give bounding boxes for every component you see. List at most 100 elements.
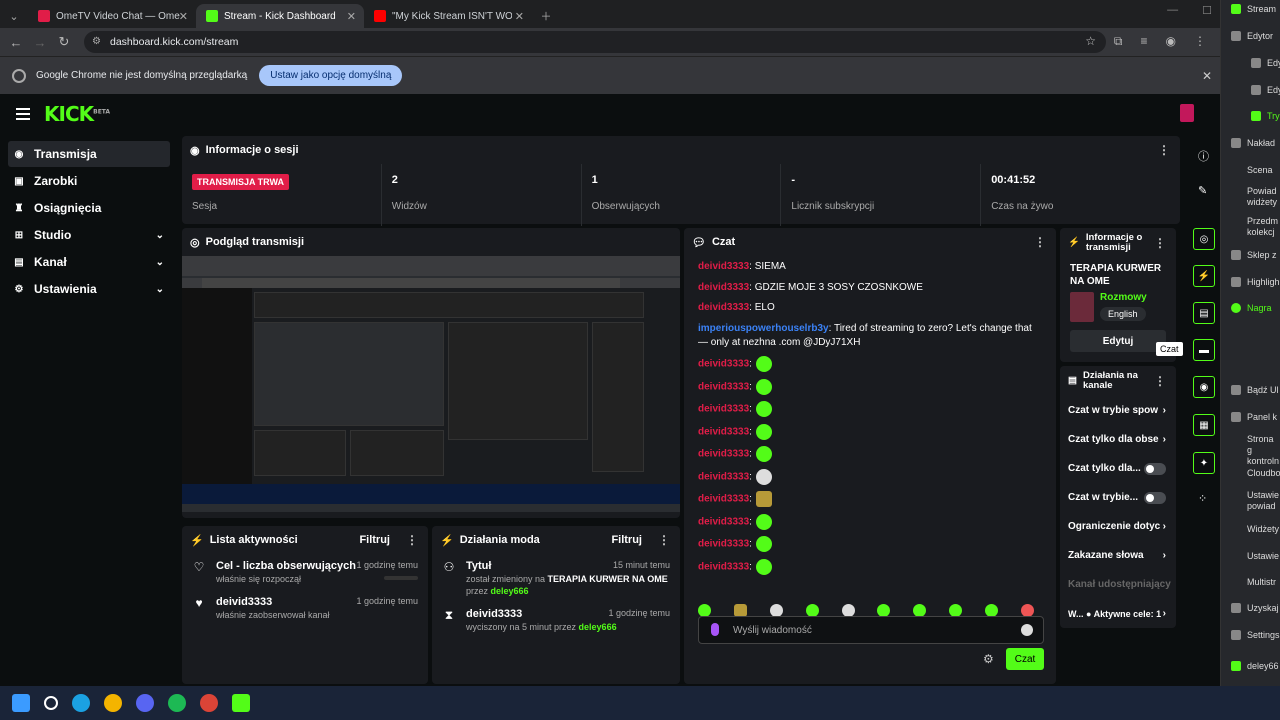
more-options-icon[interactable]: ⋮ <box>406 533 418 547</box>
chat-username[interactable]: deivid3333 <box>698 449 749 460</box>
app-icon[interactable] <box>232 694 250 712</box>
obs-item[interactable]: Panel k <box>1231 412 1277 422</box>
browser-tab-active[interactable]: Stream - Kick Dashboard ✕ <box>196 4 364 28</box>
obs-item[interactable]: Nagra <box>1231 303 1272 313</box>
chat-username[interactable]: deivid3333 <box>698 539 749 550</box>
activity-title[interactable]: deivid3333 <box>216 596 330 608</box>
mod-filter-button[interactable]: Filtruj <box>611 534 642 546</box>
obs-item[interactable]: Sklep z <box>1231 250 1277 260</box>
sidebar-item-studio[interactable]: ⊞ Studio ⌄ <box>8 222 170 248</box>
obs-item[interactable]: Edyt <box>1251 85 1280 95</box>
info-toggle-icon[interactable]: ▤ <box>1193 302 1215 324</box>
active-goals-action[interactable]: W... ● Aktywne cele: 1 › <box>1060 599 1176 628</box>
chrome-alt-icon[interactable] <box>200 694 218 712</box>
obs-item[interactable]: Strona g kontroln <box>1247 434 1280 467</box>
back-icon[interactable]: ← <box>4 35 28 50</box>
chat-settings-icon[interactable]: ⚙ <box>983 652 994 666</box>
obs-item[interactable]: Przedm kolekcj <box>1247 216 1280 238</box>
mod-item-title[interactable]: deivid3333 <box>466 608 617 620</box>
maximize-icon[interactable]: ☐ <box>1202 4 1212 17</box>
stream-preview-video[interactable] <box>182 256 680 512</box>
extensions-icon[interactable]: ⧉ <box>1114 34 1123 49</box>
hamburger-menu-icon[interactable] <box>16 108 30 120</box>
user-avatar[interactable] <box>1180 104 1194 122</box>
chat-username[interactable]: deivid3333 <box>698 404 749 415</box>
activity-filter-button[interactable]: Filtruj <box>359 534 390 546</box>
preview-toggle-icon[interactable]: ◎ <box>1193 228 1215 250</box>
chat-username[interactable]: deivid3333 <box>698 561 749 572</box>
minimize-icon[interactable]: — <box>1167 4 1178 17</box>
windows-start-icon[interactable] <box>12 694 30 712</box>
close-tab-icon[interactable]: ✕ <box>179 10 188 23</box>
obs-item[interactable]: Bądź Ul <box>1231 385 1279 395</box>
set-default-button[interactable]: Ustaw jako opcję domyślną <box>259 65 403 86</box>
site-info-icon[interactable]: ⚙ <box>92 36 101 47</box>
obs-item[interactable]: Stream <box>1231 4 1276 14</box>
more-menu-icon[interactable]: ⋮ <box>1194 34 1206 49</box>
close-tab-icon[interactable]: ✕ <box>347 10 356 23</box>
obs-item[interactable]: Tryb <box>1251 111 1280 121</box>
search-icon[interactable] <box>44 696 58 710</box>
restriction-action[interactable]: Ograniczenie dotyc › <box>1060 512 1176 541</box>
chat-username[interactable]: deivid3333 <box>698 516 749 527</box>
obs-item[interactable]: Widżety <box>1247 524 1279 534</box>
obs-item[interactable]: Settings <box>1231 630 1280 640</box>
emoji-icon[interactable] <box>1021 624 1033 636</box>
toggle-switch[interactable] <box>1144 462 1166 475</box>
banned-words-action[interactable]: Zakazane słowa › <box>1060 541 1176 570</box>
bookmark-star-icon[interactable]: ☆ <box>1085 34 1096 48</box>
new-tab-icon[interactable]: ＋ <box>532 4 560 28</box>
mic-icon[interactable] <box>711 623 719 636</box>
close-infobar-icon[interactable]: ✕ <box>1202 69 1212 83</box>
obs-item[interactable]: Nakład <box>1231 138 1275 148</box>
obs-item[interactable]: Uzyskaj <box>1231 603 1279 613</box>
chat-username[interactable]: imperiouspowerhouselrb3y <box>698 323 829 334</box>
chat-username[interactable]: deivid3333 <box>698 282 749 293</box>
chrome-icon[interactable] <box>104 694 122 712</box>
kick-logo[interactable]: KICKBETA <box>44 102 110 126</box>
layout-toggle-icon[interactable]: ▦ <box>1193 414 1215 436</box>
obs-item[interactable]: Powiad widżety <box>1247 186 1280 208</box>
chat-username[interactable]: deivid3333 <box>698 471 749 482</box>
edit-stream-button[interactable]: Edytuj <box>1070 330 1166 352</box>
discord-icon[interactable] <box>136 694 154 712</box>
obs-item[interactable]: Edytor <box>1231 31 1273 41</box>
chat-username[interactable]: deivid3333 <box>698 381 749 392</box>
obs-item[interactable]: deley66 <box>1231 661 1279 671</box>
nodes-icon[interactable]: ⁘ <box>1198 492 1207 505</box>
chat-username[interactable]: deivid3333 <box>698 494 749 505</box>
chat-username[interactable]: deivid3333 <box>698 261 749 272</box>
sidebar-item-transmisja[interactable]: ◉ Transmisja <box>8 141 170 167</box>
obs-item[interactable]: Ustawie powiad <box>1247 490 1280 512</box>
browser-tab[interactable]: OmeTV Video Chat — Ome ✕ <box>28 4 196 28</box>
forward-icon[interactable]: → <box>28 35 52 50</box>
obs-item[interactable]: Edyt <box>1251 58 1280 68</box>
obs-item[interactable]: Scena <box>1247 165 1273 175</box>
sidebar-item-zarobki[interactable]: ▣ Zarobki <box>8 168 170 194</box>
toggle-switch[interactable] <box>1144 491 1166 504</box>
media-icon[interactable]: ≡ <box>1141 34 1148 49</box>
close-tab-icon[interactable]: ✕ <box>515 10 524 23</box>
subs-only-action[interactable]: Czat tylko dla... <box>1060 454 1176 483</box>
sidebar-item-ustawienia[interactable]: ⚙ Ustawienia ⌄ <box>8 276 170 302</box>
more-options-icon[interactable]: ⋮ <box>1158 143 1170 157</box>
browser-tab[interactable]: "My Kick Stream ISN'T WORKIN ✕ <box>364 4 532 28</box>
more-options-icon[interactable]: ⋮ <box>1034 235 1046 249</box>
url-bar[interactable]: ⚙ dashboard.kick.com/stream ☆ <box>84 31 1106 53</box>
chat-toggle-icon[interactable]: ▬ <box>1193 339 1215 361</box>
bolt-toggle-icon[interactable]: ⚡ <box>1193 265 1215 287</box>
profile-icon[interactable]: ◉ <box>1166 34 1176 49</box>
edit-pencil-icon[interactable]: ✎ <box>1198 184 1207 197</box>
info-icon[interactable]: ⓘ <box>1198 148 1209 164</box>
tab-search-icon[interactable]: ⌄ <box>0 4 28 28</box>
chat-username[interactable]: deivid3333 <box>698 302 749 313</box>
chat-username[interactable]: deivid3333 <box>698 359 749 370</box>
tools-toggle-icon[interactable]: ✦ <box>1193 452 1215 474</box>
sidebar-item-osiagniecia[interactable]: ♜ Osiągnięcia <box>8 195 170 221</box>
category-link[interactable]: Rozmowy <box>1100 292 1147 303</box>
send-chat-button[interactable]: Czat <box>1006 648 1044 670</box>
more-options-icon[interactable]: ⋮ <box>1154 237 1166 249</box>
reload-icon[interactable]: ↻ <box>52 34 76 50</box>
followers-only-action[interactable]: Czat tylko dla obse › <box>1060 425 1176 454</box>
emote-mode-action[interactable]: Czat w trybie... <box>1060 483 1176 512</box>
